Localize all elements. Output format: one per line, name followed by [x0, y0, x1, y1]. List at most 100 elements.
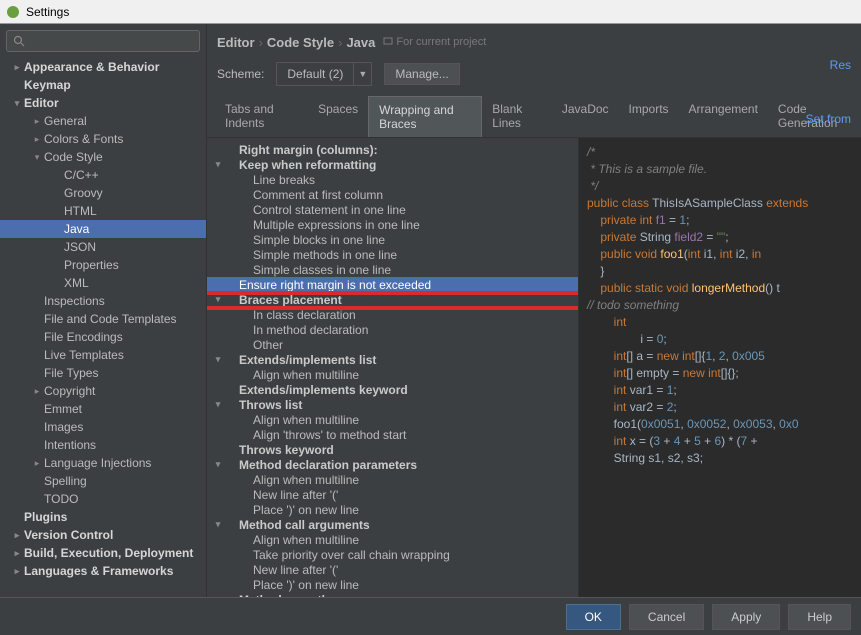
option-row[interactable]: Align 'throws' to method start: [207, 427, 578, 442]
option-row[interactable]: Align when multiline: [207, 412, 578, 427]
tree-item[interactable]: Intentions: [0, 436, 206, 454]
tree-item[interactable]: ▾Editor: [0, 94, 206, 112]
tree-item-label: File Encodings: [44, 330, 123, 344]
tree-item[interactable]: ▸Copyright: [0, 382, 206, 400]
tree-item[interactable]: ▸Appearance & Behavior: [0, 58, 206, 76]
option-row[interactable]: Take priority over call chain wrapping: [207, 547, 578, 562]
option-row[interactable]: Extends/implements keywordDo not wrap: [207, 382, 578, 397]
option-row[interactable]: ▾Method declaration parametersDo not wra…: [207, 457, 578, 472]
option-row[interactable]: Multiple expressions in one line: [207, 217, 578, 232]
cancel-button[interactable]: Cancel: [629, 604, 704, 630]
option-row[interactable]: New line after '(': [207, 562, 578, 577]
tree-item-label: Emmet: [44, 402, 82, 416]
option-row[interactable]: Simple blocks in one line: [207, 232, 578, 247]
crumb-codestyle[interactable]: Code Style: [267, 35, 334, 50]
option-row[interactable]: New line after '(': [207, 487, 578, 502]
code-line: /*: [587, 144, 861, 161]
tab[interactable]: Tabs and Indents: [215, 96, 308, 137]
expand-icon: ▸: [12, 62, 22, 73]
help-button[interactable]: Help: [788, 604, 851, 630]
tree-item[interactable]: ▸Colors & Fonts: [0, 130, 206, 148]
code-line: public class ThisIsASampleClass extends: [587, 195, 861, 212]
option-row[interactable]: In method declarationEnd of line: [207, 322, 578, 337]
tree-item[interactable]: Java: [0, 220, 206, 238]
dialog-footer: OK Cancel Apply Help: [0, 597, 861, 635]
tree-item[interactable]: Spelling: [0, 472, 206, 490]
tree-item[interactable]: File Types: [0, 364, 206, 382]
tree-item-label: Images: [44, 420, 83, 434]
option-label: Method call arguments: [239, 518, 370, 532]
option-row[interactable]: ▾Braces placement: [207, 292, 578, 307]
tab[interactable]: Imports: [619, 96, 679, 137]
option-row[interactable]: Ensure right margin is not exceeded: [207, 277, 578, 292]
apply-button[interactable]: Apply: [712, 604, 780, 630]
option-row[interactable]: Align when multiline: [207, 472, 578, 487]
option-row[interactable]: ▾Throws listDo not wrap: [207, 397, 578, 412]
option-row[interactable]: ▾Keep when reformatting: [207, 157, 578, 172]
tree-item[interactable]: Plugins: [0, 508, 206, 526]
set-from-link[interactable]: Set from: [806, 112, 851, 126]
manage-button[interactable]: Manage...: [384, 63, 459, 85]
tree-item-label: Live Templates: [44, 348, 124, 362]
option-row[interactable]: In class declarationEnd of line: [207, 307, 578, 322]
tab[interactable]: Spaces: [308, 96, 368, 137]
tree-item[interactable]: TODO: [0, 490, 206, 508]
tree-item[interactable]: XML: [0, 274, 206, 292]
option-label: Throws list: [239, 398, 302, 412]
tab[interactable]: Wrapping and Braces: [368, 96, 482, 137]
titlebar: Settings: [0, 0, 861, 24]
tree-item[interactable]: ▸Version Control: [0, 526, 206, 544]
options-list[interactable]: Right margin (columns):Default (General)…: [207, 138, 579, 597]
option-row[interactable]: Align when multiline: [207, 367, 578, 382]
option-row[interactable]: ▾Method call argumentsDo not wrap: [207, 517, 578, 532]
reset-link[interactable]: Res: [830, 58, 851, 72]
tree-item[interactable]: ▸Languages & Frameworks: [0, 562, 206, 580]
scheme-select[interactable]: Default (2) ▼: [276, 62, 372, 86]
code-line: foo1(0x0051, 0x0052, 0x0053, 0x0: [587, 416, 861, 433]
tree-item[interactable]: Groovy: [0, 184, 206, 202]
option-label: Align when multiline: [253, 368, 359, 382]
option-row[interactable]: Place ')' on new line: [207, 502, 578, 517]
option-row[interactable]: Simple classes in one line: [207, 262, 578, 277]
option-row[interactable]: Comment at first column: [207, 187, 578, 202]
tree-item[interactable]: Inspections: [0, 292, 206, 310]
tab[interactable]: Blank Lines: [482, 96, 552, 137]
ok-button[interactable]: OK: [566, 604, 621, 630]
option-label: Multiple expressions in one line: [253, 218, 420, 232]
option-row[interactable]: Right margin (columns):Default (General): [207, 142, 578, 157]
tree-item[interactable]: ▸Build, Execution, Deployment: [0, 544, 206, 562]
tab[interactable]: JavaDoc: [552, 96, 619, 137]
dropdown-arrow-icon: ▼: [353, 63, 371, 85]
tree-item[interactable]: Live Templates: [0, 346, 206, 364]
tree-item[interactable]: Emmet: [0, 400, 206, 418]
tree-item-label: Appearance & Behavior: [24, 60, 159, 74]
code-line: * This is a sample file.: [587, 161, 861, 178]
tree-item[interactable]: Keymap: [0, 76, 206, 94]
option-row[interactable]: ▾Extends/implements listDo not wrap: [207, 352, 578, 367]
tree-item[interactable]: File and Code Templates: [0, 310, 206, 328]
option-row[interactable]: Throws keywordDo not wrap: [207, 442, 578, 457]
option-row[interactable]: Place ')' on new line: [207, 577, 578, 592]
settings-tree[interactable]: ▸Appearance & BehaviorKeymap▾Editor▸Gene…: [0, 58, 206, 597]
tree-item[interactable]: Properties: [0, 256, 206, 274]
tree-item[interactable]: File Encodings: [0, 328, 206, 346]
tree-item[interactable]: JSON: [0, 238, 206, 256]
tree-item[interactable]: HTML: [0, 202, 206, 220]
search-input[interactable]: [6, 30, 200, 52]
tree-item[interactable]: ▸Language Injections: [0, 454, 206, 472]
option-row[interactable]: OtherEnd of line: [207, 337, 578, 352]
crumb-editor[interactable]: Editor: [217, 35, 255, 50]
option-row[interactable]: ▾Method parentheses: [207, 592, 578, 597]
tab[interactable]: Arrangement: [679, 96, 768, 137]
tree-item[interactable]: Images: [0, 418, 206, 436]
tree-item[interactable]: ▸General: [0, 112, 206, 130]
tree-item[interactable]: ▾Code Style: [0, 148, 206, 166]
option-row[interactable]: Control statement in one line: [207, 202, 578, 217]
option-row[interactable]: Line breaks: [207, 172, 578, 187]
expand-icon: ▾: [213, 459, 223, 470]
tree-item[interactable]: C/C++: [0, 166, 206, 184]
tree-item-label: Build, Execution, Deployment: [24, 546, 193, 560]
option-row[interactable]: Align when multiline: [207, 532, 578, 547]
option-row[interactable]: Simple methods in one line: [207, 247, 578, 262]
tree-item-label: HTML: [64, 204, 97, 218]
